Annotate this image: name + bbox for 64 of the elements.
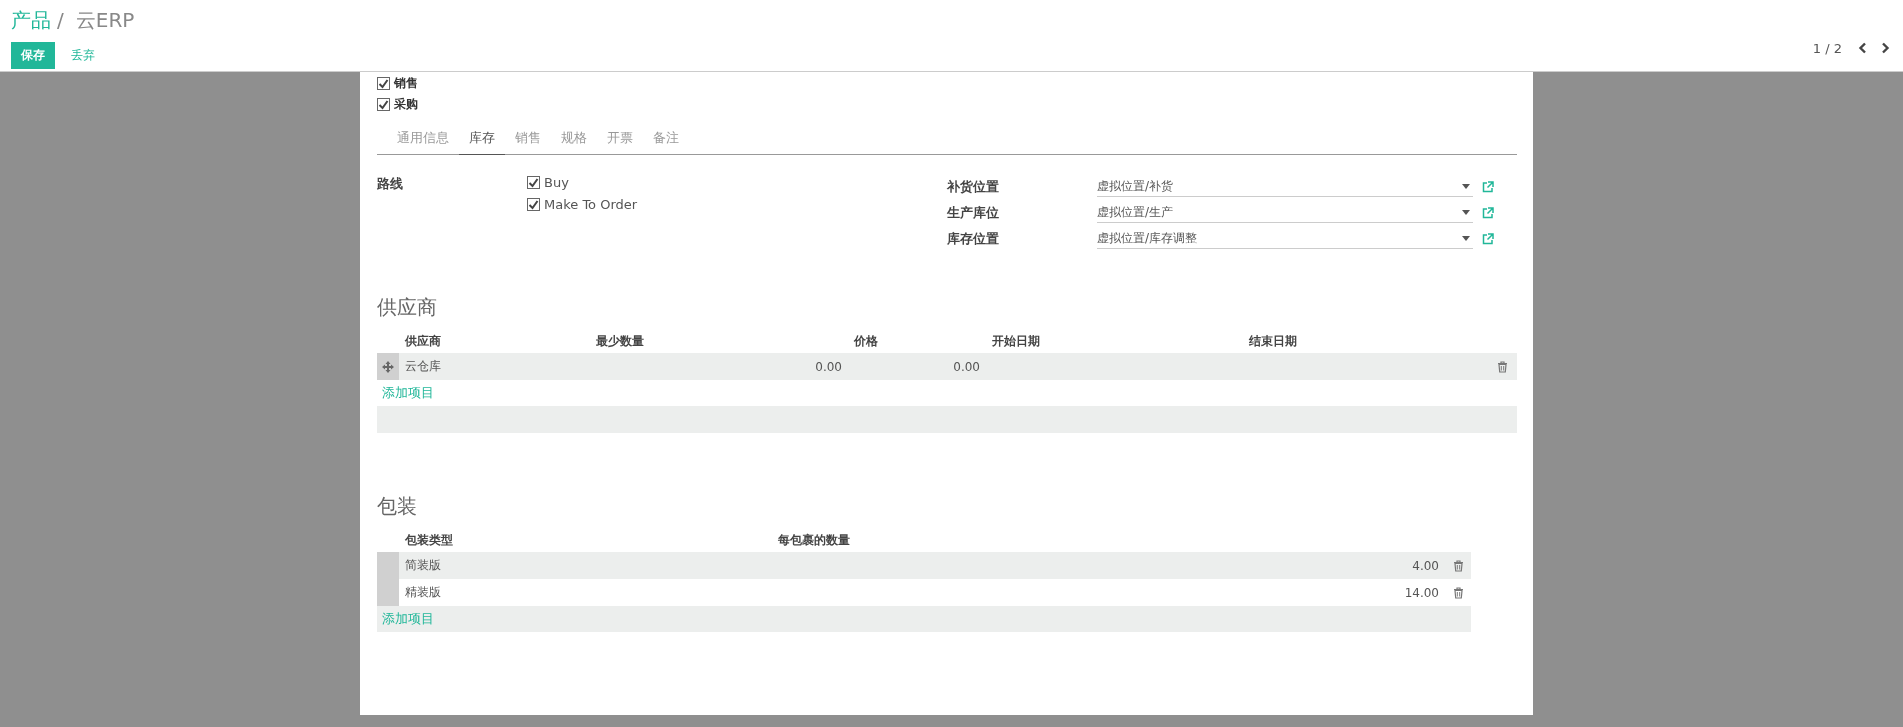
caret-icon xyxy=(1462,209,1470,215)
external-link-icon[interactable] xyxy=(1482,180,1494,193)
discard-button[interactable]: 丢弃 xyxy=(61,42,105,69)
row-handle[interactable] xyxy=(377,353,399,380)
tab[interactable]: 规格 xyxy=(551,123,597,154)
next-icon[interactable] xyxy=(1881,42,1890,54)
checkbox[interactable] xyxy=(527,198,540,211)
select-field[interactable]: 虚拟位置/生产 xyxy=(1097,202,1473,223)
checkbox-label: Buy xyxy=(544,175,569,190)
table-cell: 0.00 xyxy=(815,359,842,374)
tab[interactable]: 销售 xyxy=(505,123,551,154)
check-icon xyxy=(528,177,539,188)
section-title: 包装 xyxy=(377,493,418,520)
breadcrumb-link[interactable]: 产品 xyxy=(11,7,51,34)
trash-icon[interactable] xyxy=(1452,559,1464,572)
column-header: 包装类型 xyxy=(404,531,454,549)
checkbox[interactable] xyxy=(527,176,540,189)
pager-counter: 1 / 2 xyxy=(1812,40,1842,56)
table-cell: 0.00 xyxy=(953,359,980,374)
checkbox[interactable] xyxy=(377,77,390,90)
tab[interactable]: 开票 xyxy=(597,123,643,154)
select-field[interactable]: 虚拟位置/补货 xyxy=(1097,176,1473,197)
select-field[interactable]: 虚拟位置/库存调整 xyxy=(1097,228,1473,249)
caret-icon xyxy=(1462,235,1470,241)
checkbox-label: 销售 xyxy=(394,75,418,92)
add-item-link[interactable]: 添加项目 xyxy=(382,610,434,628)
field-label: 库存位置 xyxy=(947,229,1000,248)
section-title: 供应商 xyxy=(377,294,438,321)
caret-icon xyxy=(1462,183,1470,189)
column-header: 供应商 xyxy=(404,332,442,350)
column-header: 价格 xyxy=(853,332,879,350)
row-handle[interactable] xyxy=(377,579,399,606)
trash-icon[interactable] xyxy=(1497,360,1508,373)
column-header: 最少数量 xyxy=(595,332,645,350)
tab[interactable]: 通用信息 xyxy=(387,123,459,154)
checkbox-label: 采购 xyxy=(394,96,418,113)
tab[interactable]: 库存 xyxy=(459,123,505,155)
breadcrumb-current: 云ERP xyxy=(75,7,135,34)
row-handle[interactable] xyxy=(377,552,399,579)
external-link-icon[interactable] xyxy=(1482,232,1494,245)
previous-icon[interactable] xyxy=(1858,42,1867,54)
table-cell: 云仓库 xyxy=(405,358,441,375)
column-header: 每包裹的数量 xyxy=(777,531,851,549)
table-cell: 14.00 xyxy=(1404,585,1439,600)
check-icon xyxy=(528,199,539,210)
tab[interactable]: 备注 xyxy=(643,123,689,154)
field-label: 生产库位 xyxy=(947,203,1000,222)
table-cell: 简装版 xyxy=(405,557,441,574)
add-item-link[interactable]: 添加项目 xyxy=(382,384,434,402)
checkbox[interactable] xyxy=(377,98,390,111)
breadcrumb-separator: / xyxy=(57,8,64,32)
field-label: 路线 xyxy=(377,175,404,193)
check-icon xyxy=(378,78,389,89)
field-label: 补货位置 xyxy=(947,177,1000,196)
external-link-icon[interactable] xyxy=(1482,206,1494,219)
trash-icon[interactable] xyxy=(1452,586,1464,599)
column-header: 结束日期 xyxy=(1248,332,1298,350)
column-header: 开始日期 xyxy=(991,332,1041,350)
move-icon xyxy=(382,360,394,373)
table-cell: 4.00 xyxy=(1412,558,1439,573)
table-cell: 精装版 xyxy=(405,584,441,601)
check-icon xyxy=(378,99,389,110)
save-button[interactable]: 保存 xyxy=(11,42,55,69)
checkbox-label: Make To Order xyxy=(544,197,638,212)
